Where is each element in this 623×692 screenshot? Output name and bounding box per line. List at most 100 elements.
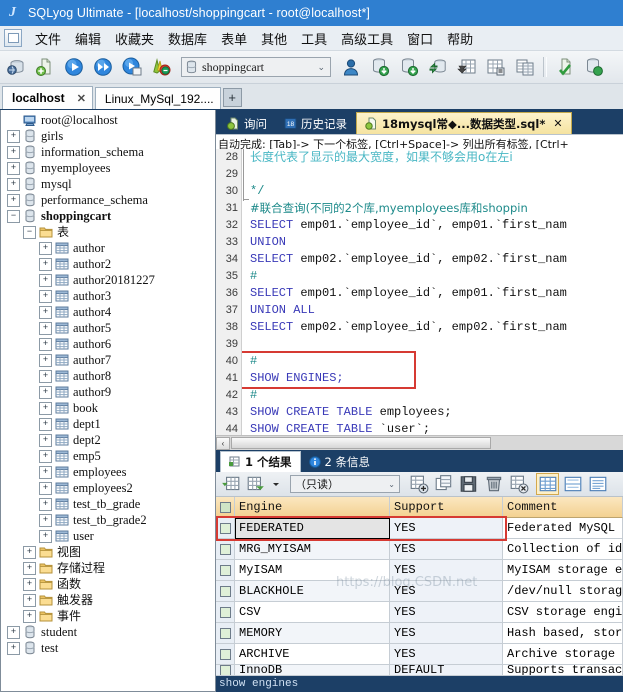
tree-table-employees2[interactable]: +employees2 — [3, 480, 215, 496]
execute-query-button[interactable] — [60, 52, 88, 82]
user-manager-button[interactable] — [337, 52, 365, 82]
cell-support[interactable]: YES — [390, 644, 503, 665]
tree-table-author8[interactable]: +author8 — [3, 368, 215, 384]
code-line[interactable]: SHOW CREATE TABLE `user`; — [250, 421, 623, 435]
code-line[interactable]: # — [250, 353, 623, 370]
sql-editor[interactable]: 28293031323334353637383940414243444546 长… — [216, 149, 623, 450]
menu-help[interactable]: 帮助 — [440, 27, 480, 50]
menu-other[interactable]: 其他 — [254, 27, 294, 50]
code-line[interactable]: #联合查询(不同的2个库,myemployees库和shoppin — [250, 200, 623, 217]
row-checkbox[interactable] — [216, 665, 235, 676]
table-data-button[interactable] — [482, 52, 510, 82]
tree-folder-events[interactable]: +事件 — [3, 608, 215, 624]
execute-all-queries-button[interactable] — [89, 52, 117, 82]
column-header-support[interactable]: Support — [390, 497, 503, 518]
cell-engine[interactable]: CSV — [235, 602, 390, 623]
expand-icon[interactable]: + — [7, 626, 20, 639]
expand-icon[interactable]: + — [7, 178, 20, 191]
tree-table-test_tb_grade2[interactable]: +test_tb_grade2 — [3, 512, 215, 528]
export-data-button[interactable] — [395, 52, 423, 82]
table-row[interactable]: FEDERATEDYESFederated MySQL storag — [216, 518, 623, 539]
code-line[interactable]: # — [250, 387, 623, 404]
cell-engine[interactable]: MEMORY — [235, 623, 390, 644]
code-line[interactable]: */ — [250, 183, 623, 200]
schema-designer-button[interactable] — [511, 52, 539, 82]
row-checkbox[interactable] — [216, 581, 235, 602]
sql-formatter-button[interactable] — [551, 52, 579, 82]
code-line[interactable]: SHOW CREATE TABLE employees; — [250, 404, 623, 421]
tree-table-author[interactable]: +author — [3, 240, 215, 256]
tree-table-dept1[interactable]: +dept1 — [3, 416, 215, 432]
menu-favorites[interactable]: 收藏夹 — [108, 27, 161, 50]
expand-icon[interactable]: + — [39, 418, 52, 431]
collapse-icon[interactable]: − — [7, 210, 20, 223]
grid-options-button[interactable] — [244, 473, 267, 495]
tree-db-performance_schema[interactable]: +performance_schema — [3, 192, 215, 208]
menu-file[interactable]: 文件 — [28, 27, 68, 50]
expand-icon[interactable]: + — [39, 258, 52, 271]
tree-db-student[interactable]: +student — [3, 624, 215, 640]
expand-icon[interactable]: + — [39, 482, 52, 495]
grid-view-button[interactable] — [536, 473, 559, 495]
tree-table-dept2[interactable]: +dept2 — [3, 432, 215, 448]
tree-db-test[interactable]: +test — [3, 640, 215, 656]
table-row[interactable]: MyISAMYESMyISAM storage engine — [216, 560, 623, 581]
tree-root-node[interactable]: root@localhost — [3, 112, 215, 128]
expand-icon[interactable]: + — [7, 146, 20, 159]
select-all-checkbox[interactable] — [216, 497, 235, 518]
code-line[interactable]: UNION ALL — [250, 302, 623, 319]
row-checkbox[interactable] — [216, 623, 235, 644]
cell-support[interactable]: YES — [390, 602, 503, 623]
save-changes-button[interactable] — [457, 473, 480, 495]
grid-options-dropdown[interactable] — [269, 473, 283, 495]
tree-db-shoppingcart[interactable]: −shoppingcart — [3, 208, 215, 224]
cell-engine[interactable]: BLACKHOLE — [235, 581, 390, 602]
tab-messages[interactable]: 2 条信息 — [301, 452, 378, 472]
expand-icon[interactable]: + — [39, 290, 52, 303]
cell-comment[interactable]: /dev/null storage engi — [503, 581, 623, 602]
tree-table-emp5[interactable]: +emp5 — [3, 448, 215, 464]
execute-query-new-tab-button[interactable] — [118, 52, 146, 82]
expand-icon[interactable]: + — [23, 546, 36, 559]
expand-icon[interactable]: + — [39, 402, 52, 415]
table-row[interactable]: BLACKHOLEYES/dev/null storage engi — [216, 581, 623, 602]
tree-db-myemployees[interactable]: +myemployees — [3, 160, 215, 176]
connection-tab-localhost[interactable]: localhost ✕ — [2, 86, 93, 109]
cell-comment[interactable]: Hash based, stored in — [503, 623, 623, 644]
code-line[interactable]: SELECT emp02.`employee_id`, emp02.`first… — [250, 251, 623, 268]
row-checkbox[interactable] — [216, 644, 235, 665]
tree-db-girls[interactable]: +girls — [3, 128, 215, 144]
text-view-button[interactable] — [586, 473, 609, 495]
expand-icon[interactable]: + — [39, 434, 52, 447]
cell-support[interactable]: YES — [390, 581, 503, 602]
column-header-engine[interactable]: Engine — [235, 497, 390, 518]
refresh-grid-button[interactable] — [219, 473, 242, 495]
column-header-comment[interactable]: Comment — [503, 497, 623, 518]
scroll-thumb[interactable] — [231, 437, 491, 449]
expand-icon[interactable]: + — [39, 354, 52, 367]
cell-support[interactable]: YES — [390, 560, 503, 581]
delete-row-button[interactable] — [482, 473, 505, 495]
tree-folder-functions[interactable]: +函数 — [3, 576, 215, 592]
cell-engine[interactable]: MyISAM — [235, 560, 390, 581]
table-row[interactable]: MEMORYYESHash based, stored in — [216, 623, 623, 644]
expand-icon[interactable]: + — [39, 242, 52, 255]
new-connection-button[interactable] — [2, 52, 30, 82]
collapse-icon[interactable]: − — [23, 226, 36, 239]
cell-comment[interactable]: Collection of identica — [503, 539, 623, 560]
new-query-tab-button[interactable] — [31, 52, 59, 82]
tree-folder-procedures[interactable]: +存储过程 — [3, 560, 215, 576]
code-area[interactable]: 28293031323334353637383940414243444546 长… — [216, 149, 623, 435]
cell-support[interactable]: YES — [390, 518, 503, 539]
code-line[interactable]: UNION — [250, 234, 623, 251]
scroll-left-arrow[interactable]: ‹ — [216, 437, 230, 450]
editor-horizontal-scrollbar[interactable]: ‹ — [216, 435, 623, 450]
expand-icon[interactable]: + — [7, 194, 20, 207]
cell-comment[interactable]: Supports transactions — [503, 665, 623, 676]
menu-window[interactable]: 窗口 — [400, 27, 440, 50]
code-line[interactable]: 长度代表了显示的最大宽度，如果不够会用o在左i — [250, 149, 623, 166]
menu-tools[interactable]: 工具 — [294, 27, 334, 50]
close-icon[interactable]: ✕ — [77, 92, 86, 105]
tree-table-author3[interactable]: +author3 — [3, 288, 215, 304]
tree-table-author5[interactable]: +author5 — [3, 320, 215, 336]
